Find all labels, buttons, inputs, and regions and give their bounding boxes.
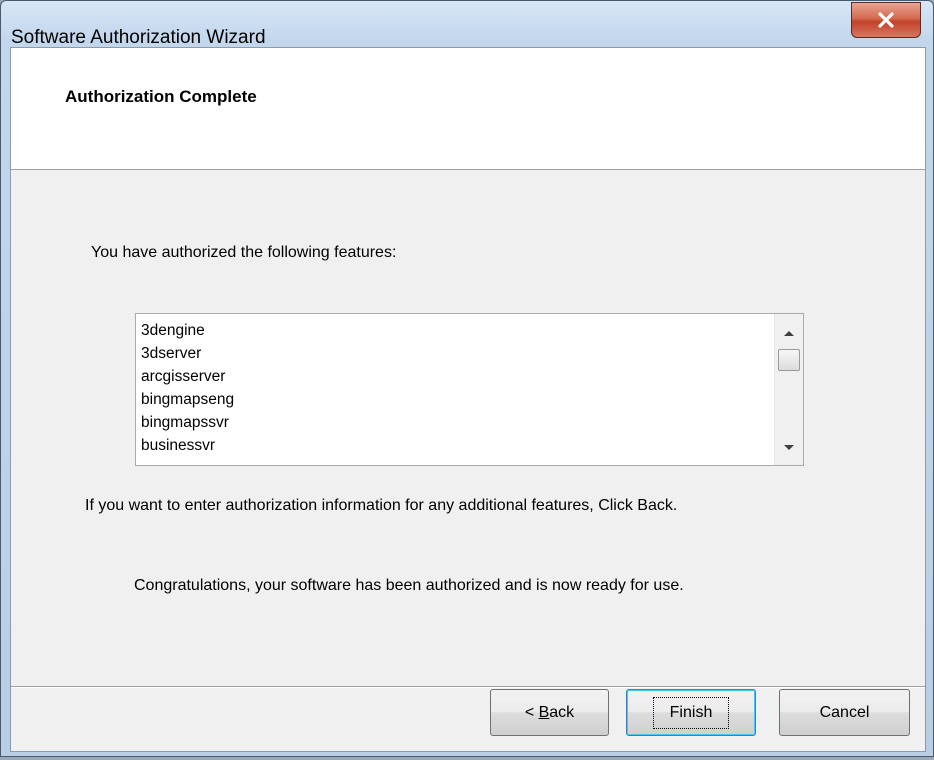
- back-button[interactable]: < Back: [490, 689, 609, 736]
- back-button-label: < Back: [524, 703, 575, 721]
- congratulations-text: Congratulations, your software has been …: [134, 577, 684, 594]
- cancel-button-label: Cancel: [819, 703, 870, 721]
- page-title: Authorization Complete: [65, 87, 257, 106]
- scroll-thumb[interactable]: [778, 349, 800, 371]
- wizard-client-area: Authorization Complete You have authoriz…: [10, 47, 926, 752]
- cancel-button[interactable]: Cancel: [779, 689, 910, 736]
- wizard-window: Software Authorization Wizard Authorizat…: [0, 0, 934, 757]
- close-button[interactable]: [851, 2, 921, 38]
- header-panel: Authorization Complete: [11, 48, 925, 170]
- list-item[interactable]: bingmapseng: [141, 388, 234, 411]
- list-item[interactable]: arcgisserver: [141, 365, 234, 388]
- window-title: Software Authorization Wizard: [11, 27, 266, 48]
- scroll-up-arrow-icon[interactable]: [784, 331, 794, 336]
- intro-text: You have authorized the following featur…: [91, 244, 397, 261]
- list-scrollbar[interactable]: [774, 314, 803, 465]
- list-item[interactable]: 3dserver: [141, 342, 234, 365]
- close-icon: [878, 12, 894, 28]
- list-item[interactable]: 3dengine: [141, 319, 234, 342]
- finish-button[interactable]: Finish: [626, 689, 756, 736]
- list-item[interactable]: bingmapssvr: [141, 411, 234, 434]
- scroll-down-arrow-icon[interactable]: [784, 445, 794, 450]
- back-hint-text: If you want to enter authorization infor…: [85, 497, 678, 514]
- feature-items: 3dengine 3dserver arcgisserver bingmapseng b…: [141, 319, 234, 457]
- list-item[interactable]: businessvr: [141, 434, 234, 457]
- authorized-features-list[interactable]: 3dengine 3dserver arcgisserver bingmapseng b…: [135, 313, 804, 466]
- finish-button-label: Finish: [652, 696, 730, 729]
- footer-divider: [11, 686, 925, 688]
